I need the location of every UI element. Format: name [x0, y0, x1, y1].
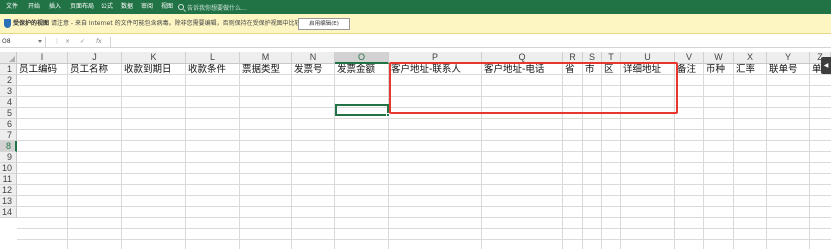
tab-view[interactable]: 视图 — [161, 0, 173, 14]
tab-data[interactable]: 数据 — [121, 0, 133, 14]
column-header-n[interactable]: N — [292, 52, 335, 64]
cell-l1[interactable]: 收款条件 — [186, 64, 239, 75]
tell-me-search[interactable]: 告诉我你想要做什么... — [178, 2, 247, 12]
cancel-icon[interactable]: × — [65, 37, 70, 47]
column-header-l[interactable]: L — [186, 52, 240, 64]
cell-x1[interactable]: 汇率 — [734, 64, 766, 75]
cell-k1[interactable]: 收款到期日 — [122, 64, 185, 75]
gridline — [291, 64, 292, 249]
row-header-12[interactable]: 12 — [0, 185, 17, 196]
protected-view-message: 请注意 - 来自 Internet 的文件可能包含病毒。除非您需要编辑，否则保持… — [51, 20, 319, 27]
tab-insert[interactable]: 插入 — [49, 0, 61, 14]
row-header-14[interactable]: 14 — [0, 207, 17, 218]
protected-view-bar: 受保护的视图 请注意 - 来自 Internet 的文件可能包含病毒。除非您需要… — [0, 14, 831, 34]
column-header-v[interactable]: V — [675, 52, 704, 64]
row-header-11[interactable]: 11 — [0, 174, 17, 185]
side-panel-tab[interactable]: ◀ — [821, 57, 831, 74]
gridline — [334, 64, 335, 249]
tab-page-layout[interactable]: 页面布局 — [70, 0, 94, 14]
gridline — [703, 64, 704, 249]
name-box[interactable]: O8 — [0, 37, 46, 47]
cell-i1[interactable]: 员工编码 — [17, 64, 67, 75]
formula-input[interactable] — [110, 37, 831, 47]
cell-o1[interactable]: 发票金额 — [335, 64, 388, 75]
tab-review[interactable]: 审阅 — [141, 0, 153, 14]
column-header-y[interactable]: Y — [767, 52, 810, 64]
search-icon — [178, 4, 184, 10]
row-header-13[interactable]: 13 — [0, 196, 17, 207]
name-box-value: O8 — [2, 38, 11, 45]
column-header-x[interactable]: X — [734, 52, 767, 64]
row-header-4[interactable]: 4 — [0, 97, 17, 108]
cell-w1[interactable]: 币种 — [704, 64, 733, 75]
column-header-m[interactable]: M — [240, 52, 292, 64]
row-header-7[interactable]: 7 — [0, 130, 17, 141]
row-header-6[interactable]: 6 — [0, 119, 17, 130]
gridline — [185, 64, 186, 249]
formula-bar-grip-icon: ⋮ — [54, 38, 60, 45]
row-header-3[interactable]: 3 — [0, 86, 17, 97]
active-cell-selection[interactable] — [335, 104, 390, 117]
formula-bar: O8 ⋮ × ✓ fx — [0, 37, 831, 48]
shield-icon — [4, 19, 11, 28]
enter-icon[interactable]: ✓ — [80, 37, 85, 47]
cell-j1[interactable]: 员工名称 — [68, 64, 121, 75]
row-header-8[interactable]: 8 — [0, 141, 17, 152]
cell-v1[interactable]: 备注 — [675, 64, 703, 75]
ribbon-menu-bar: 文件 开始 插入 页面布局 公式 数据 审阅 视图 告诉我你想要做什么... — [0, 0, 831, 14]
column-header-w[interactable]: W — [704, 52, 734, 64]
chevron-down-icon[interactable] — [38, 40, 42, 43]
cell-y1[interactable]: 联单号 — [767, 64, 809, 75]
row-header-1[interactable]: 1 — [0, 64, 17, 75]
row-header-10[interactable]: 10 — [0, 163, 17, 174]
gridline — [239, 64, 240, 249]
gridline — [67, 64, 68, 249]
protected-view-title: 受保护的视图 — [13, 20, 50, 27]
cell-m1[interactable]: 票据类型 — [240, 64, 291, 75]
column-header-o[interactable]: O — [335, 52, 389, 64]
annotation-highlight-box — [389, 62, 678, 114]
tell-me-placeholder: 告诉我你想要做什么... — [187, 4, 247, 12]
gridline — [121, 64, 122, 249]
row-header-9[interactable]: 9 — [0, 152, 17, 163]
cell-n1[interactable]: 发票号 — [292, 64, 334, 75]
gridline — [809, 64, 810, 249]
tab-home[interactable]: 开始 — [28, 0, 40, 14]
tab-file[interactable]: 文件 — [6, 0, 18, 14]
row-header-5[interactable]: 5 — [0, 108, 17, 119]
insert-function-icon[interactable]: fx — [96, 37, 102, 47]
tab-formulas[interactable]: 公式 — [101, 0, 113, 14]
column-header-k[interactable]: K — [122, 52, 186, 64]
enable-editing-button[interactable]: 启用编辑(E) — [298, 18, 350, 30]
select-all-button[interactable] — [0, 52, 17, 64]
gridline — [766, 64, 767, 249]
column-header-i[interactable]: I — [17, 52, 68, 64]
row-header-2[interactable]: 2 — [0, 75, 17, 86]
column-header-j[interactable]: J — [68, 52, 122, 64]
gridline — [733, 64, 734, 249]
